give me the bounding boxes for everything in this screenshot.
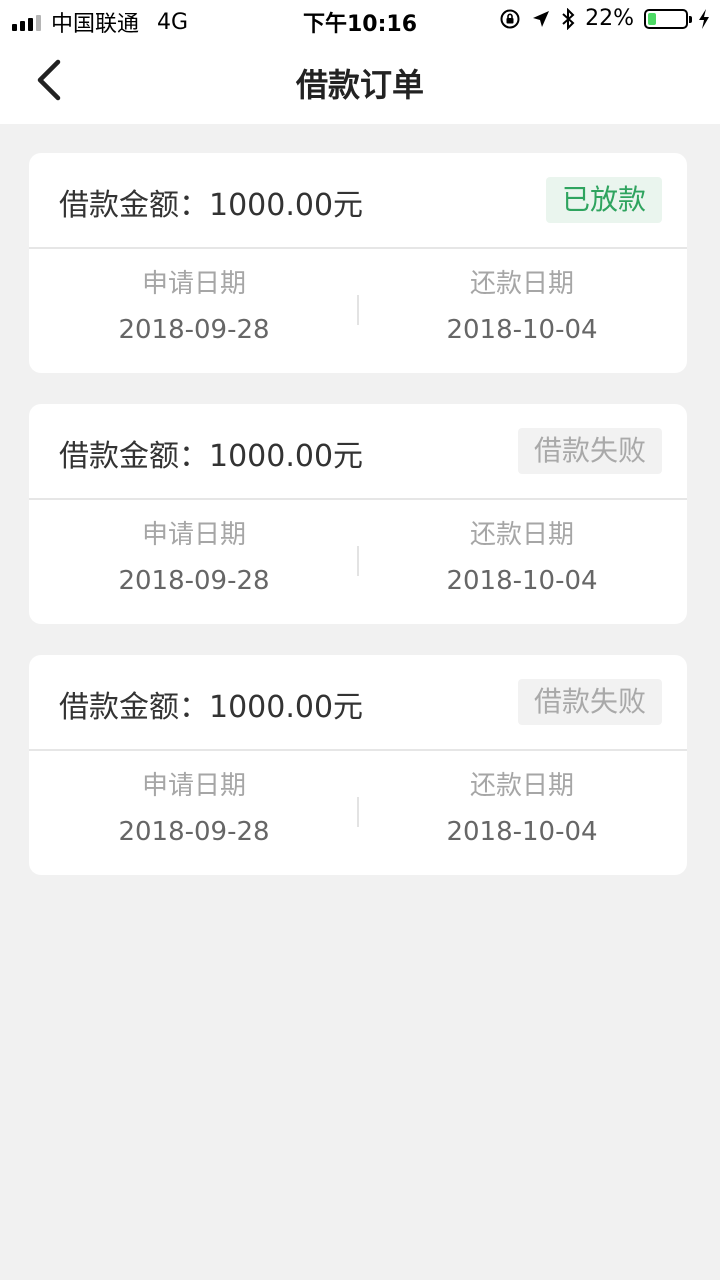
repay-date-column: 还款日期 2018-10-04 bbox=[357, 267, 687, 345]
order-card-header: 借款金额：1000.00元 借款失败 bbox=[29, 404, 687, 500]
order-list: 借款金额：1000.00元 已放款 申请日期 2018-09-28 还款日期 2… bbox=[29, 153, 687, 906]
order-card[interactable]: 借款金额：1000.00元 借款失败 申请日期 2018-09-28 还款日期 … bbox=[29, 655, 687, 875]
loan-amount: 借款金额：1000.00元 bbox=[59, 690, 364, 725]
apply-date-label: 申请日期 bbox=[141, 771, 246, 801]
apply-date-label: 申请日期 bbox=[141, 269, 246, 299]
repay-date-label: 还款日期 bbox=[469, 520, 574, 550]
apply-date: 2018-09-28 bbox=[118, 817, 270, 847]
status-bar-right: 22% bbox=[499, 6, 710, 31]
orientation-lock-icon bbox=[500, 9, 520, 28]
status-badge: 借款失败 bbox=[517, 679, 662, 725]
order-card-header: 借款金额：1000.00元 已放款 bbox=[29, 153, 687, 249]
order-card-header: 借款金额：1000.00元 借款失败 bbox=[29, 655, 687, 751]
apply-date-column: 申请日期 2018-09-28 bbox=[29, 769, 359, 847]
loan-amount: 借款金额：1000.00元 bbox=[59, 188, 364, 223]
order-card-body: 申请日期 2018-09-28 还款日期 2018-10-04 bbox=[29, 751, 687, 875]
order-card-body: 申请日期 2018-09-28 还款日期 2018-10-04 bbox=[29, 500, 687, 624]
repay-date: 2018-10-04 bbox=[446, 566, 598, 596]
bluetooth-icon bbox=[562, 7, 575, 30]
repay-date: 2018-10-04 bbox=[446, 817, 598, 847]
repay-date-column: 还款日期 2018-10-04 bbox=[357, 769, 687, 847]
repay-date-label: 还款日期 bbox=[469, 771, 574, 801]
order-card[interactable]: 借款金额：1000.00元 已放款 申请日期 2018-09-28 还款日期 2… bbox=[29, 153, 687, 373]
battery-icon bbox=[644, 8, 692, 29]
apply-date: 2018-09-28 bbox=[118, 566, 270, 596]
page-title: 借款订单 bbox=[295, 66, 424, 104]
status-bar: 中国联通 4G 下午10:16 22% bbox=[0, 0, 720, 40]
loan-amount: 借款金额：1000.00元 bbox=[59, 439, 364, 474]
nav-bar: 借款订单 bbox=[0, 40, 720, 124]
charging-bolt-icon bbox=[699, 8, 709, 29]
status-badge: 借款失败 bbox=[517, 428, 662, 474]
battery-percent: 22% bbox=[585, 6, 634, 31]
order-card-body: 申请日期 2018-09-28 还款日期 2018-10-04 bbox=[29, 249, 687, 373]
repay-date-column: 还款日期 2018-10-04 bbox=[357, 518, 687, 596]
apply-date-label: 申请日期 bbox=[141, 520, 246, 550]
status-badge: 已放款 bbox=[545, 177, 662, 223]
battery-level bbox=[648, 12, 656, 25]
apply-date-column: 申请日期 2018-09-28 bbox=[29, 518, 359, 596]
repay-date: 2018-10-04 bbox=[446, 315, 598, 345]
repay-date-label: 还款日期 bbox=[469, 269, 574, 299]
location-arrow-icon bbox=[533, 10, 550, 27]
apply-date-column: 申请日期 2018-09-28 bbox=[29, 267, 359, 345]
apply-date: 2018-09-28 bbox=[118, 315, 270, 345]
order-card[interactable]: 借款金额：1000.00元 借款失败 申请日期 2018-09-28 还款日期 … bbox=[29, 404, 687, 624]
